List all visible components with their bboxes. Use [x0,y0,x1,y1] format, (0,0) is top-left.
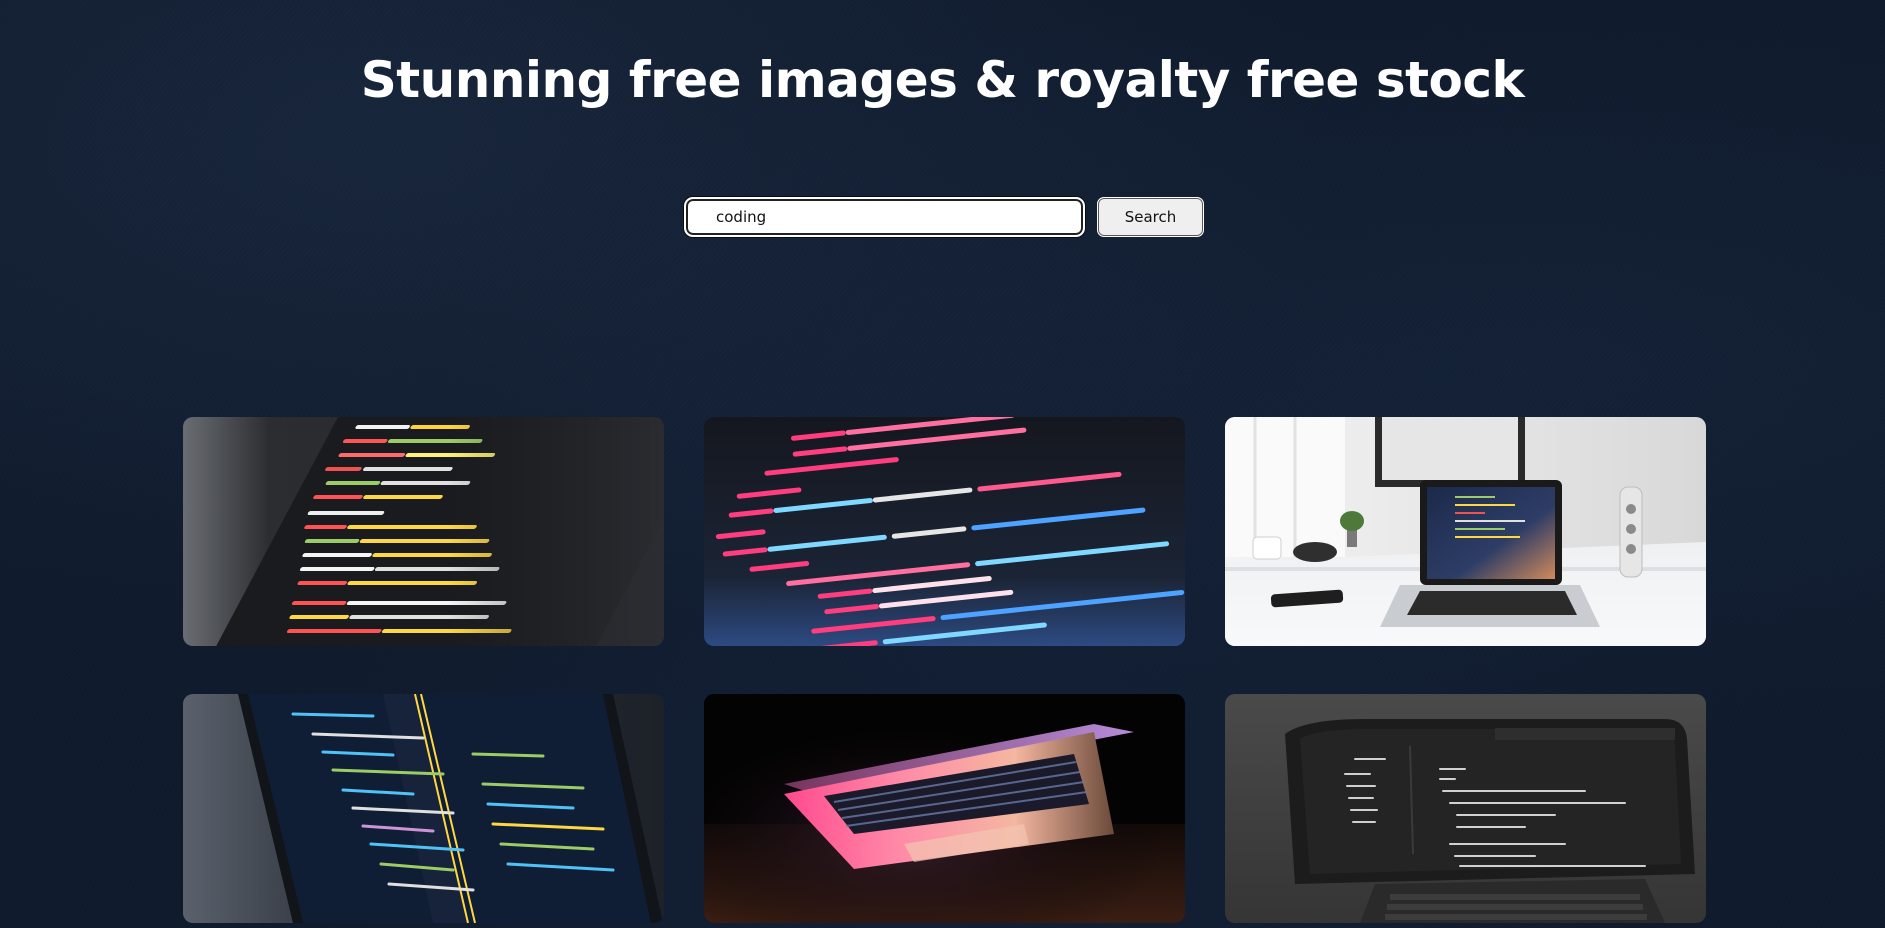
page-title: Stunning free images & royalty free stoc… [360,51,1525,109]
image-card[interactable] [183,694,664,923]
search-form: Search [684,197,1204,237]
laptop-on-desk-image [1225,417,1706,646]
grayscale-laptop-code-image [1225,694,1706,923]
image-card[interactable] [183,417,664,646]
search-button[interactable]: Search [1097,197,1204,237]
search-input[interactable] [684,197,1085,237]
laptop-code-editor-image [183,694,664,923]
image-card[interactable] [704,417,1185,646]
image-card[interactable] [704,694,1185,923]
image-card[interactable] [1225,417,1706,646]
svg-code-closeup-image [704,417,1185,646]
glowing-laptop-image [704,694,1185,923]
code-editor-closeup-image [183,417,664,646]
image-card[interactable] [1225,694,1706,923]
image-gallery [183,417,1706,923]
